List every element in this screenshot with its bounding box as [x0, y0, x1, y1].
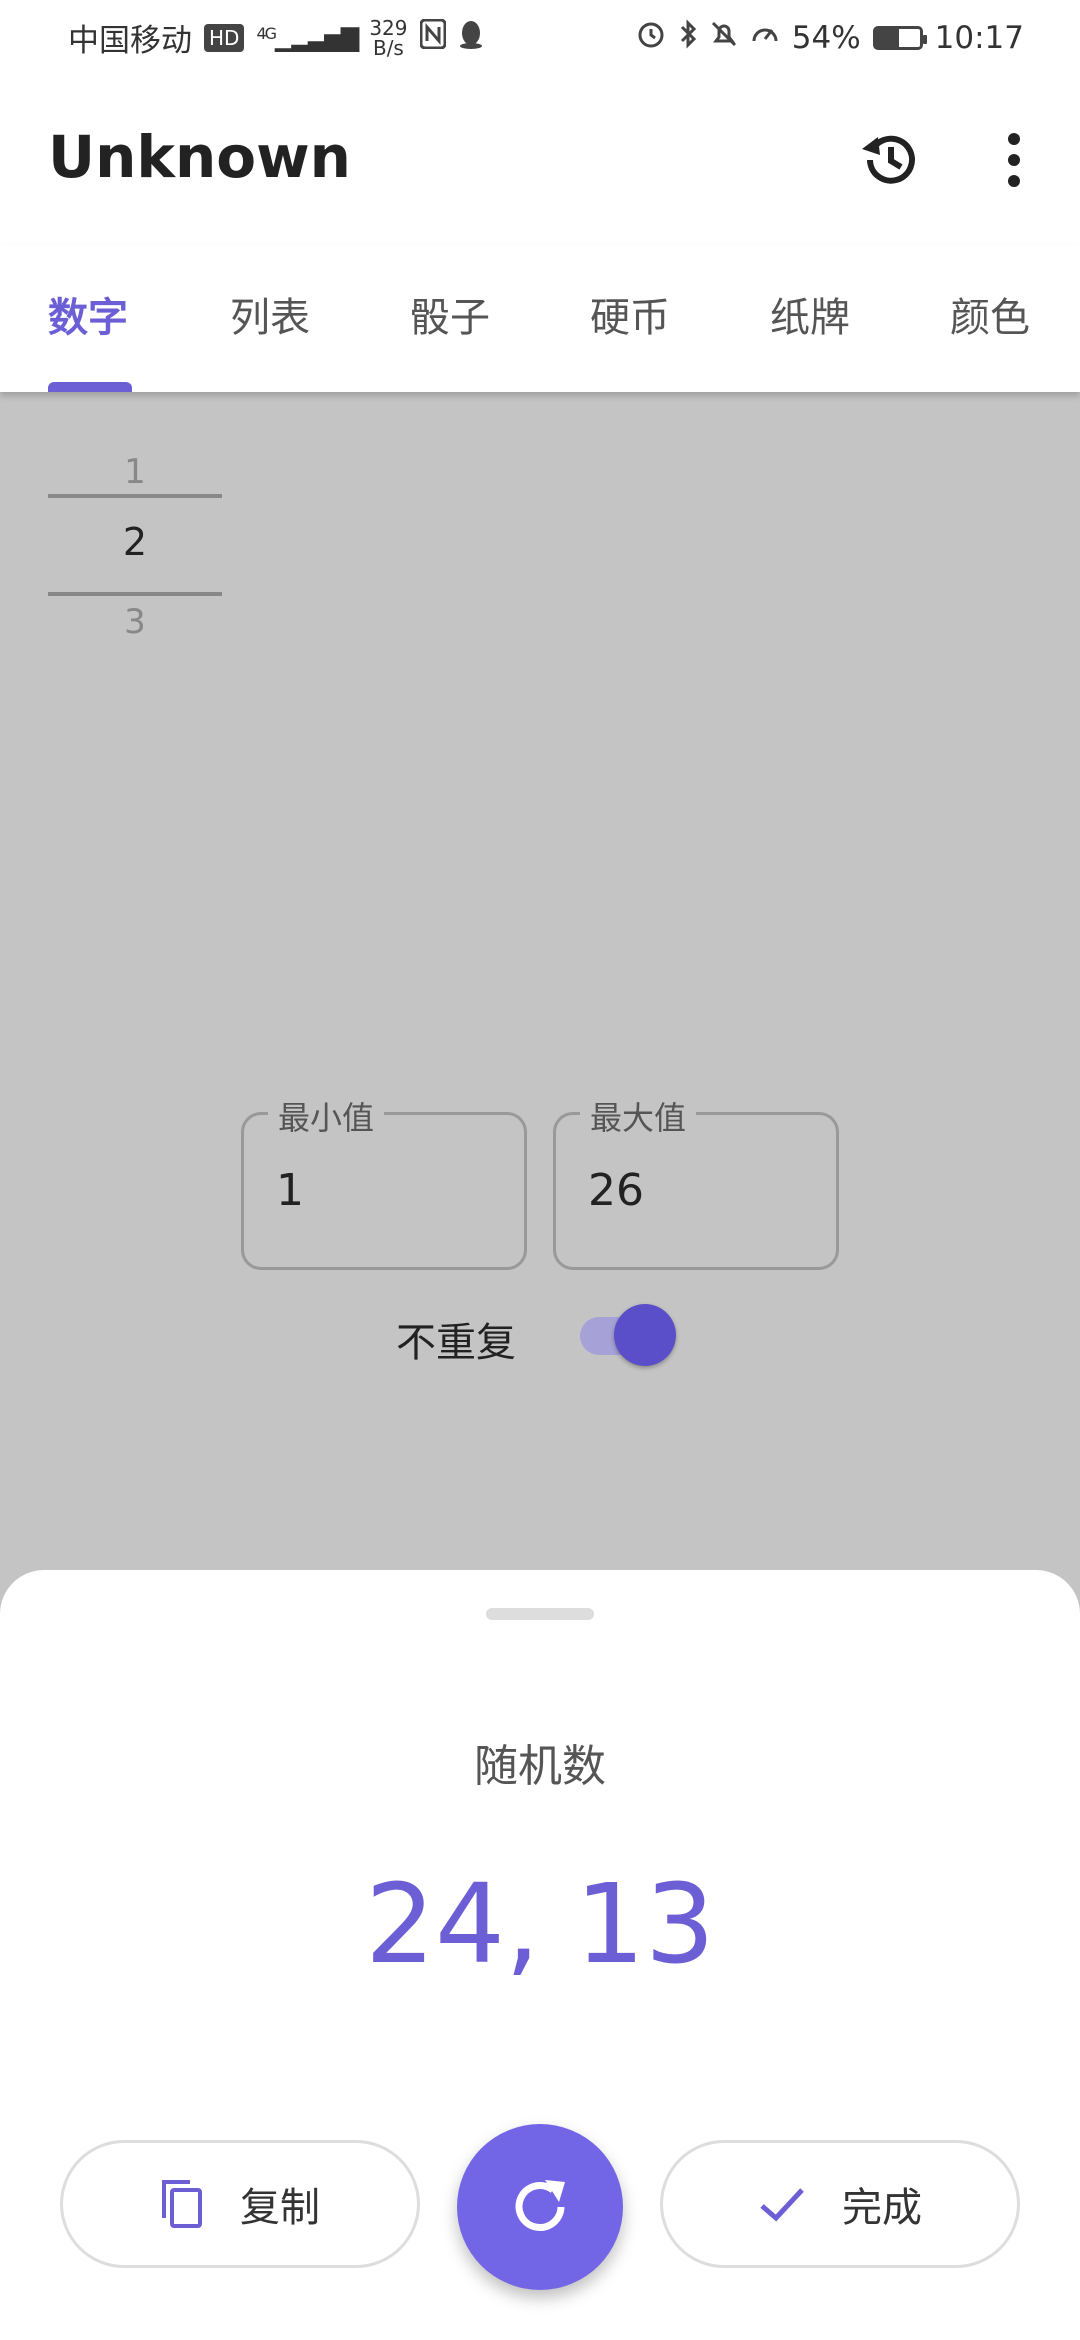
- done-button[interactable]: 完成: [660, 2140, 1020, 2268]
- regenerate-fab[interactable]: [457, 2124, 623, 2290]
- bluetooth-icon: [678, 18, 698, 57]
- picker-item-selected: 2: [122, 520, 148, 564]
- hd-badge: HD: [204, 23, 245, 52]
- qq-icon: [458, 19, 484, 57]
- min-value-label: 最小值: [268, 1093, 385, 1139]
- carrier-name: 中国移动: [68, 23, 192, 59]
- net-speed-unit: B/s: [372, 35, 404, 60]
- refresh-icon: [515, 2180, 565, 2231]
- more-options-button[interactable]: [990, 127, 1038, 193]
- net-speed: 329 B/s: [369, 18, 407, 58]
- picker-divider-bottom: [48, 592, 222, 596]
- tab-label: 数字: [48, 295, 128, 341]
- mute-icon: [710, 19, 738, 57]
- max-value-input[interactable]: 26: [588, 1165, 644, 1216]
- tab-label: 颜色: [950, 295, 1030, 341]
- page-title: Unknown: [48, 123, 351, 191]
- more-vert-icon: [1008, 133, 1020, 187]
- picker-item-prev: 1: [124, 452, 146, 492]
- picker-item-next: 3: [124, 602, 146, 642]
- net-speed-value: 329: [369, 15, 408, 40]
- picker-divider-top: [48, 494, 222, 498]
- tab-label: 硬币: [590, 295, 670, 341]
- copy-button[interactable]: 复制: [60, 2140, 420, 2268]
- status-right: 54% 10:17: [636, 18, 1024, 57]
- copy-icon: [162, 2180, 202, 2228]
- tab-indicator: [48, 382, 132, 392]
- speedometer-icon: [750, 19, 780, 57]
- no-repeat-switch-thumb[interactable]: [614, 1304, 676, 1366]
- tab-number[interactable]: 数字: [0, 245, 180, 392]
- nfc-icon: [419, 18, 447, 57]
- sheet-title: 随机数: [474, 1741, 606, 1792]
- tab-label: 骰子: [410, 295, 490, 341]
- app-bar: Unknown: [0, 75, 1080, 245]
- done-label: 完成: [842, 2185, 922, 2231]
- random-result: 24, 13: [365, 1860, 715, 1988]
- alarm-icon: [636, 19, 666, 57]
- clock: 10:17: [934, 19, 1024, 56]
- max-value-field[interactable]: 最大值 26: [553, 1093, 839, 1270]
- tab-list[interactable]: 列表: [180, 245, 360, 392]
- check-icon: [760, 2188, 804, 2222]
- tab-bar: 数字 列表 骰子 硬币 纸牌 颜色: [0, 245, 1080, 392]
- history-button[interactable]: [858, 127, 924, 193]
- min-value-input[interactable]: 1: [276, 1165, 304, 1216]
- history-icon: [862, 135, 915, 184]
- min-value-field[interactable]: 最小值 1: [241, 1093, 527, 1270]
- tab-label: 列表: [230, 295, 310, 341]
- sheet-drag-handle[interactable]: [486, 1608, 594, 1620]
- battery-icon: [872, 25, 927, 50]
- status-bar: 中国移动 HD 4G▁▂▃▅▇ 329 B/s 54% 10:17: [0, 0, 1080, 75]
- tab-dice[interactable]: 骰子: [360, 245, 540, 392]
- main-content-scrim[interactable]: 1 2 3 最小值 1 最大值 26 不重复: [0, 392, 1080, 1652]
- count-picker[interactable]: 1 2 3: [48, 452, 222, 642]
- battery-fill: [875, 28, 900, 47]
- tab-cards[interactable]: 纸牌: [720, 245, 900, 392]
- status-left: 中国移动 HD 4G▁▂▃▅▇ 329 B/s: [68, 15, 484, 60]
- tab-color[interactable]: 颜色: [900, 245, 1080, 392]
- network-type: 4G: [256, 23, 277, 43]
- signal-icon: 4G▁▂▃▅▇: [256, 23, 359, 52]
- no-repeat-label: 不重复: [396, 1320, 516, 1366]
- max-value-label: 最大值: [580, 1093, 697, 1139]
- tab-coin[interactable]: 硬币: [540, 245, 720, 392]
- tab-label: 纸牌: [770, 295, 850, 341]
- copy-label: 复制: [240, 2185, 320, 2231]
- battery-percent: 54%: [791, 19, 861, 56]
